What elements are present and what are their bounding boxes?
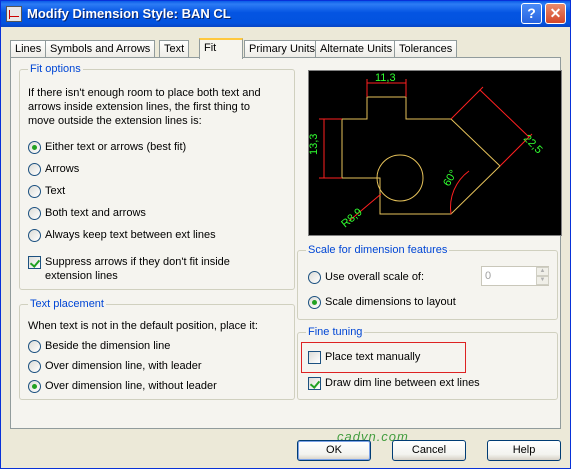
tab-alternate-units[interactable]: Alternate Units xyxy=(315,40,398,58)
radio-label: Beside the dimension line xyxy=(45,340,171,352)
title-bar[interactable]: Modify Dimension Style: BAN CL ? ✕ xyxy=(1,1,570,27)
close-button[interactable]: ✕ xyxy=(545,3,566,24)
radio-button[interactable] xyxy=(28,229,41,242)
checkbox[interactable] xyxy=(28,256,41,269)
radio-label: Scale dimensions to layout xyxy=(325,296,456,308)
checkbox-label-line-1: Suppress arrows if they don't fit inside xyxy=(45,256,230,268)
spin-up-arrow-icon[interactable]: ▲ xyxy=(536,267,549,276)
fit-tab-panel: Fit options If there isn't enough room t… xyxy=(10,57,562,429)
tab-tolerances[interactable]: Tolerances xyxy=(394,40,458,58)
preview-dimension-lines xyxy=(319,79,533,222)
overall-scale-spinner[interactable]: 0 ▲ ▼ xyxy=(481,266,549,286)
preview-label-radius: R8,9 xyxy=(339,206,365,230)
fit-options-description-line-3: move outside the extension lines is: xyxy=(28,115,202,127)
preview-dimension-text: 11,3 13,3 22,5 60° R8,9 xyxy=(309,72,545,230)
radio-button[interactable] xyxy=(28,360,41,373)
preview-drawing: 11,3 13,3 22,5 60° R8,9 xyxy=(309,72,545,230)
dialog-window: Modify Dimension Style: BAN CL ? ✕ Lines… xyxy=(0,0,571,469)
radio-button[interactable] xyxy=(308,271,321,284)
checkbox-label: Place text manually xyxy=(325,351,421,363)
radio-label: Use overall scale of: xyxy=(325,271,425,283)
radio-label: Over dimension line, without leader xyxy=(45,380,217,392)
preview-geometry xyxy=(341,96,501,215)
radio-button[interactable] xyxy=(28,340,41,353)
tab-primary-units[interactable]: Primary Units xyxy=(244,40,321,58)
radio-button[interactable] xyxy=(308,296,321,309)
fine-tuning-title: Fine tuning xyxy=(306,326,365,338)
radio-label: Text xyxy=(45,185,66,197)
radio-label: Always keep text between ext lines xyxy=(45,229,216,241)
checkbox-label: Draw dim line between ext lines xyxy=(325,377,480,389)
preview-label-left: 13,3 xyxy=(309,134,320,155)
tab-lines[interactable]: Lines xyxy=(10,40,47,58)
app-icon xyxy=(6,6,22,22)
help-button[interactable]: Help xyxy=(487,440,561,461)
dimension-preview: 11,3 13,3 22,5 60° R8,9 xyxy=(308,70,562,236)
radio-button[interactable] xyxy=(28,207,41,220)
fit-options-description-line-2: arrows inside extension lines, the first… xyxy=(28,101,250,113)
checkbox[interactable] xyxy=(308,351,321,364)
checkbox-label-line-2: extension lines xyxy=(45,270,118,282)
radio-button[interactable] xyxy=(28,163,41,176)
radio-label: Over dimension line, with leader xyxy=(45,360,202,372)
cancel-button[interactable]: Cancel xyxy=(392,440,466,461)
fine-tuning-group: Fine tuning Place text manually Draw dim… xyxy=(297,326,558,400)
radio-label: Either text or arrows (best fit) xyxy=(45,141,187,153)
overall-scale-value[interactable]: 0 xyxy=(485,270,491,282)
radio-label: Arrows xyxy=(45,163,80,175)
tab-text[interactable]: Text xyxy=(159,40,190,58)
text-placement-title: Text placement xyxy=(28,298,106,310)
fit-options-title: Fit options xyxy=(28,63,83,75)
fit-options-group: Fit options If there isn't enough room t… xyxy=(19,63,295,290)
tab-symbols-and-arrows[interactable]: Symbols and Arrows xyxy=(45,40,156,58)
radio-button[interactable] xyxy=(28,380,41,393)
preview-label-angle: 60° xyxy=(441,168,460,188)
radio-button[interactable] xyxy=(28,141,41,154)
preview-label-top: 11,3 xyxy=(375,72,396,84)
ok-button[interactable]: OK xyxy=(297,440,371,461)
tab-fit[interactable]: Fit xyxy=(199,38,243,59)
checkbox[interactable] xyxy=(308,377,321,390)
radio-label: Both text and arrows xyxy=(45,207,146,219)
scale-title: Scale for dimension features xyxy=(306,244,450,256)
fit-options-description-line-1: If there isn't enough room to place both… xyxy=(28,87,261,99)
preview-label-diagonal: 22,5 xyxy=(521,133,545,157)
text-placement-description: When text is not in the default position… xyxy=(28,320,258,332)
radio-button[interactable] xyxy=(28,185,41,198)
spin-down-arrow-icon[interactable]: ▼ xyxy=(536,276,549,285)
window-title: Modify Dimension Style: BAN CL xyxy=(27,6,231,21)
text-placement-group: Text placement When text is not in the d… xyxy=(19,298,295,400)
help-title-button[interactable]: ? xyxy=(521,3,542,24)
